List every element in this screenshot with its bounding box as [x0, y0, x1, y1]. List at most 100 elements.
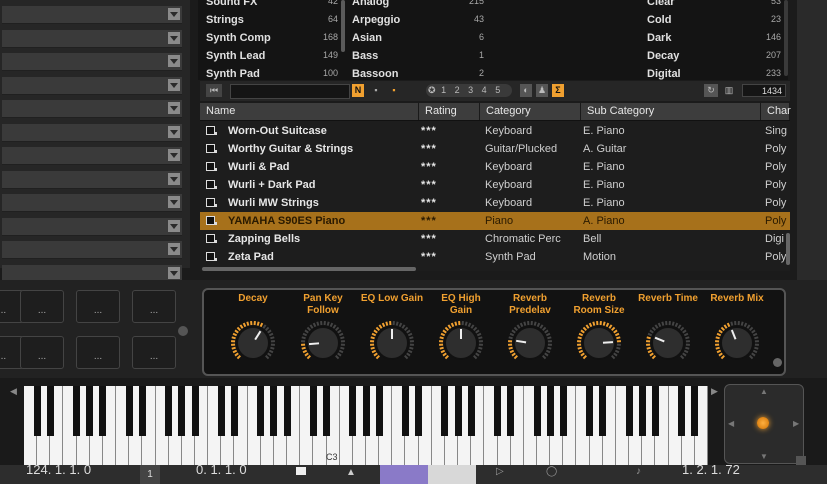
knob[interactable]: [644, 319, 692, 367]
table-row[interactable]: Wurli MW Strings *** Keyboard E. Piano Poly: [200, 194, 790, 212]
rating-5[interactable]: 5: [495, 85, 500, 95]
table-row[interactable]: Zapping Bells *** Chromatic Perc Bell Digi: [200, 230, 790, 248]
black-key[interactable]: [441, 386, 449, 436]
black-key[interactable]: [415, 386, 423, 436]
filter-item[interactable]: Dark 146: [639, 32, 781, 50]
stop-button[interactable]: [428, 465, 476, 484]
table-row[interactable]: Wurli & Pad *** Keyboard E. Piano Poly: [200, 158, 790, 176]
black-key[interactable]: [217, 386, 225, 436]
filter-item[interactable]: Analog 215: [344, 0, 484, 14]
track-row[interactable]: [2, 53, 182, 71]
chevron-down-icon[interactable]: [168, 172, 180, 185]
table-row[interactable]: YAMAHA S90ES Piano *** Piano A. Piano Poly: [200, 212, 790, 230]
chevron-down-icon[interactable]: [168, 55, 180, 67]
knob[interactable]: [713, 319, 761, 367]
track-row[interactable]: [2, 6, 182, 24]
column-header-rating[interactable]: Rating: [419, 103, 480, 120]
black-key[interactable]: [86, 386, 94, 436]
table-row[interactable]: Wurli + Dark Pad *** Keyboard E. Piano Poly: [200, 176, 790, 194]
filter-item[interactable]: Strings 64: [198, 14, 338, 32]
rating-3[interactable]: 3: [468, 85, 473, 95]
black-key[interactable]: [362, 386, 370, 436]
black-key[interactable]: [401, 386, 409, 436]
trigger-pad[interactable]: ...: [76, 290, 120, 323]
black-key[interactable]: [230, 386, 238, 436]
filter-item[interactable]: Cold 23: [639, 14, 781, 32]
marker-triangle-icon[interactable]: ▲: [346, 467, 356, 478]
track-row[interactable]: [2, 241, 182, 259]
black-key[interactable]: [494, 386, 502, 436]
table-horizontal-scrollbar[interactable]: [202, 267, 416, 271]
chevron-down-icon[interactable]: [168, 78, 180, 91]
column-header-category[interactable]: Category: [480, 103, 581, 120]
filter-item[interactable]: Sound FX 42: [198, 0, 338, 14]
filter-item[interactable]: Bass 1: [344, 50, 484, 68]
black-key[interactable]: [651, 386, 659, 436]
view-toggle-orange-icon[interactable]: ▪: [388, 84, 400, 97]
keyboard-left-arrow-icon[interactable]: ◀: [10, 386, 17, 397]
black-key[interactable]: [507, 386, 515, 436]
black-key[interactable]: [691, 386, 699, 436]
xy-pad[interactable]: ▲ ▼ ◀ ▶: [724, 384, 804, 464]
black-key[interactable]: [349, 386, 357, 436]
knob[interactable]: [437, 319, 485, 367]
black-key[interactable]: [586, 386, 594, 436]
black-key[interactable]: [99, 386, 107, 436]
filter-item[interactable]: Arpeggio 43: [344, 14, 484, 32]
filter-column-character-scrollbar[interactable]: [784, 0, 788, 76]
black-key[interactable]: [73, 386, 81, 436]
black-key[interactable]: [283, 386, 291, 436]
columns-icon[interactable]: ▥: [722, 84, 736, 97]
knob[interactable]: [506, 319, 554, 367]
filter-item[interactable]: Decay 207: [639, 50, 781, 68]
options-icon[interactable]: ◐: [520, 84, 532, 97]
chevron-down-icon[interactable]: [168, 31, 180, 44]
black-key[interactable]: [638, 386, 646, 436]
cycle-button[interactable]: [380, 465, 428, 484]
table-row[interactable]: Worn-Out Suitcase *** Keyboard E. Piano Sing: [200, 122, 790, 140]
table-row[interactable]: Worthy Guitar & Strings *** Guitar/Plucked…: [200, 140, 790, 158]
black-key[interactable]: [33, 386, 41, 436]
filter-item[interactable]: Synth Comp 168: [198, 32, 338, 50]
reset-filter-button[interactable]: ⏮: [206, 84, 222, 97]
trigger-pad[interactable]: ...: [20, 336, 64, 369]
refresh-icon[interactable]: ↻: [704, 84, 718, 97]
black-key[interactable]: [257, 386, 265, 436]
metronome-icon[interactable]: ♪: [636, 466, 641, 477]
position-field-2[interactable]: 1: [140, 465, 160, 484]
track-row[interactable]: [2, 29, 182, 48]
knob[interactable]: [368, 319, 416, 367]
chevron-down-icon[interactable]: [168, 149, 180, 161]
sum-button[interactable]: Σ: [552, 84, 564, 97]
black-key[interactable]: [46, 386, 54, 436]
person-icon[interactable]: ♟: [536, 84, 548, 97]
chevron-down-icon[interactable]: [168, 8, 180, 20]
black-key[interactable]: [178, 386, 186, 436]
rating-1[interactable]: 1: [441, 85, 446, 95]
column-header-character[interactable]: Char: [761, 103, 791, 120]
black-key[interactable]: [625, 386, 633, 436]
black-key[interactable]: [559, 386, 567, 436]
black-key[interactable]: [467, 386, 475, 436]
track-row[interactable]: [2, 100, 182, 118]
chevron-down-icon[interactable]: [168, 243, 180, 255]
black-key[interactable]: [454, 386, 462, 436]
view-toggle-icon[interactable]: ▪: [370, 84, 382, 97]
keyboard-right-arrow-icon[interactable]: ▶: [711, 386, 718, 397]
knob[interactable]: [575, 319, 623, 367]
trigger-pad[interactable]: ...: [132, 336, 176, 369]
black-key[interactable]: [270, 386, 278, 436]
track-row[interactable]: [2, 170, 182, 189]
trigger-pad[interactable]: ...: [76, 336, 120, 369]
black-key[interactable]: [323, 386, 331, 436]
black-key[interactable]: [678, 386, 686, 436]
xy-pad-handle[interactable]: [757, 417, 769, 429]
track-row[interactable]: [2, 194, 182, 212]
chevron-down-icon[interactable]: [168, 266, 180, 279]
black-key[interactable]: [309, 386, 317, 436]
trigger-pad[interactable]: ...: [20, 290, 64, 323]
chevron-down-icon[interactable]: [168, 125, 180, 138]
column-header-name[interactable]: Name: [200, 103, 419, 120]
black-key[interactable]: [375, 386, 383, 436]
marker-icon[interactable]: [296, 467, 306, 475]
